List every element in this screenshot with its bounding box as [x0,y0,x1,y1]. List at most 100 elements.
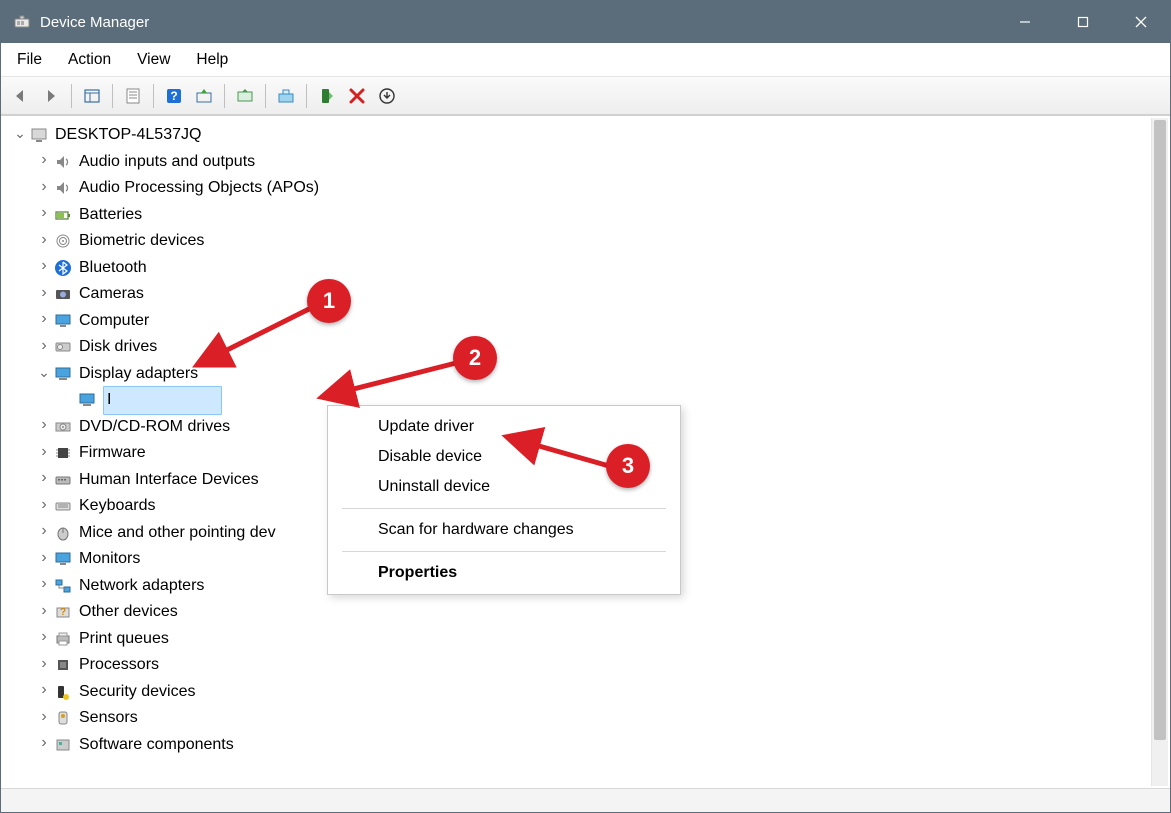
expand-icon[interactable] [35,440,53,468]
tree-item-label: Audio inputs and outputs [79,149,255,176]
vertical-scrollbar[interactable] [1151,118,1168,786]
tree-item-label: Mice and other pointing dev [79,520,276,547]
expand-icon[interactable] [35,599,53,627]
tree-item-label: Audio Processing Objects (APOs) [79,175,319,202]
keyboard-icon [53,496,73,516]
tree-item-display-adapters[interactable]: Display adapters [5,361,1147,388]
disable-device-button[interactable] [343,82,371,110]
software-icon [53,735,73,755]
ctx-update-driver[interactable]: Update driver [328,412,680,442]
tree-item-computer[interactable]: Computer [5,308,1147,335]
back-button[interactable] [7,82,35,110]
tree-item-processors[interactable]: Processors [5,652,1147,679]
tree-item-label: Biometric devices [79,228,204,255]
ctx-separator [342,508,666,509]
expand-icon[interactable] [35,678,53,706]
tree-item-cameras[interactable]: Cameras [5,281,1147,308]
tree-item-label: Processors [79,652,159,679]
expand-icon[interactable] [35,360,53,389]
scan-hardware-button[interactable] [231,82,259,110]
expand-icon[interactable] [35,334,53,362]
annotation-badge-2: 2 [453,336,497,380]
expand-icon[interactable] [35,519,53,547]
menu-view[interactable]: View [135,49,172,71]
disk-icon [53,337,73,357]
menu-bar: File Action View Help [1,43,1170,77]
properties-button[interactable] [119,82,147,110]
mouse-icon [53,523,73,543]
ctx-properties[interactable]: Properties [328,558,680,588]
chip-icon [53,443,73,463]
menu-action[interactable]: Action [66,49,113,71]
action-button[interactable] [190,82,218,110]
expand-icon[interactable] [35,307,53,335]
tree-item-audio-inputs-outputs[interactable]: Audio inputs and outputs [5,149,1147,176]
expand-icon[interactable] [35,731,53,759]
sensor-icon [53,708,73,728]
tree-item-label: Sensors [79,705,138,732]
tree-item-sensors[interactable]: Sensors [5,705,1147,732]
network-icon [53,576,73,596]
menu-file[interactable]: File [15,49,44,71]
processor-icon [53,655,73,675]
forward-button[interactable] [37,82,65,110]
tree-item-label: Keyboards [79,493,156,520]
tree-item-biometric[interactable]: Biometric devices [5,228,1147,255]
expand-icon[interactable] [35,625,53,653]
expand-icon[interactable] [35,466,53,494]
ctx-separator [342,551,666,552]
computer-icon [29,125,49,145]
expand-icon[interactable] [35,546,53,574]
expand-icon[interactable] [35,413,53,441]
expand-icon[interactable] [35,228,53,256]
help-button[interactable]: ? [160,82,188,110]
optical-drive-icon [53,417,73,437]
tree-item-disk-drives[interactable]: Disk drives [5,334,1147,361]
enable-device-button[interactable] [313,82,341,110]
expand-icon[interactable] [35,201,53,229]
tree-item-label: Disk drives [79,334,157,361]
tree-item-label: Network adapters [79,573,204,600]
bluetooth-icon [53,258,73,278]
tree-item-batteries[interactable]: Batteries [5,202,1147,229]
minimize-button[interactable] [996,1,1054,43]
monitor-icon [53,311,73,331]
printer-icon [53,629,73,649]
expand-icon[interactable] [35,175,53,203]
tree-item-bluetooth[interactable]: Bluetooth [5,255,1147,282]
title-bar: Device Manager [1,1,1170,43]
expand-icon[interactable] [35,572,53,600]
maximize-button[interactable] [1054,1,1112,43]
expand-icon[interactable] [35,493,53,521]
monitor-icon [53,549,73,569]
tree-item-security[interactable]: Security devices [5,679,1147,706]
expand-icon[interactable] [35,705,53,733]
speaker-icon [53,178,73,198]
update-driver-button[interactable] [272,82,300,110]
expand-icon[interactable] [35,148,53,176]
expand-icon[interactable] [35,254,53,282]
tree-root[interactable]: DESKTOP-4L537JQ [5,122,1147,149]
close-button[interactable] [1112,1,1170,43]
tree-item-label: Monitors [79,546,140,573]
security-icon [53,682,73,702]
speaker-icon [53,152,73,172]
svg-text:?: ? [170,89,177,103]
tree-item-audio-processing[interactable]: Audio Processing Objects (APOs) [5,175,1147,202]
expand-icon[interactable] [35,652,53,680]
menu-help[interactable]: Help [194,49,230,71]
scrollbar-thumb[interactable] [1154,120,1166,740]
expand-icon[interactable] [11,121,29,150]
tree-item-label: Firmware [79,440,146,467]
show-hide-tree-button[interactable] [78,82,106,110]
tree-item-label: Cameras [79,281,144,308]
ctx-scan-hardware[interactable]: Scan for hardware changes [328,515,680,545]
uninstall-device-button[interactable] [373,82,401,110]
tree-item-label: Security devices [79,679,196,706]
other-device-icon: ? [53,602,73,622]
tree-item-other[interactable]: ?Other devices [5,599,1147,626]
device-manager-window: Device Manager File Action View Help [0,0,1171,813]
tree-item-software-components[interactable]: Software components [5,732,1147,759]
tree-item-print[interactable]: Print queues [5,626,1147,653]
expand-icon[interactable] [35,281,53,309]
